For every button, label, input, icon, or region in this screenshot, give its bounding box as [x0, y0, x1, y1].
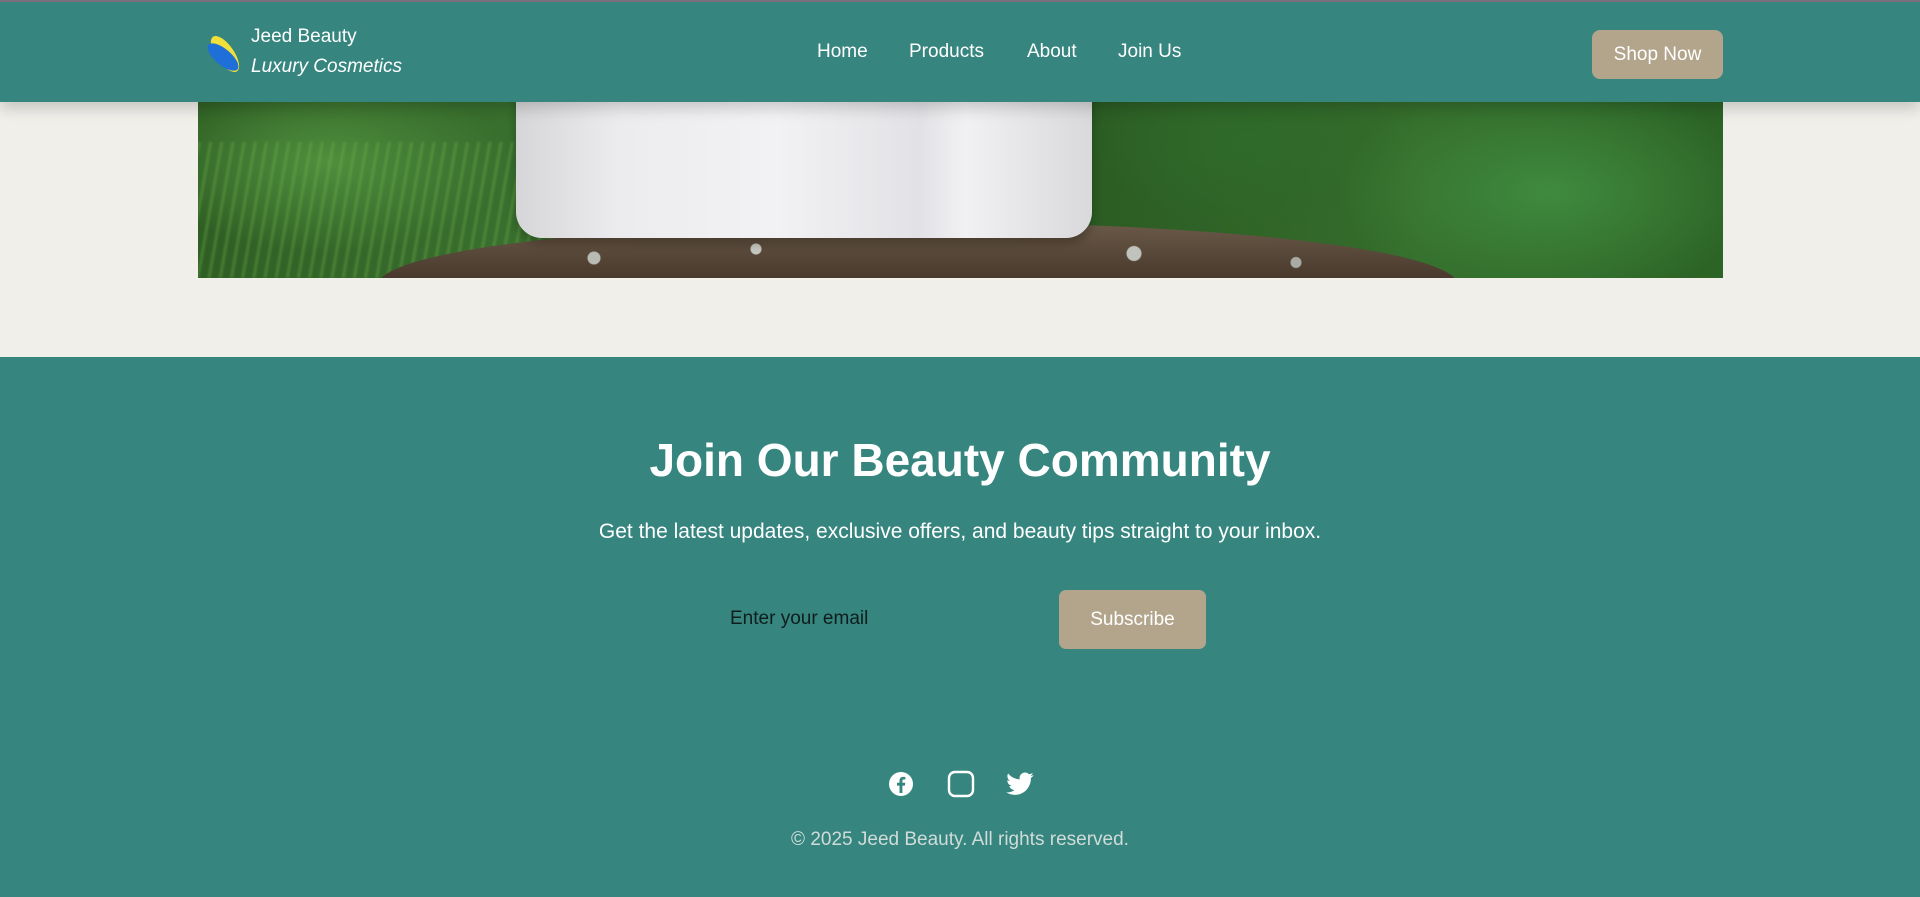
hero-jar: [516, 102, 1092, 238]
hero-image: [198, 102, 1723, 278]
email-input[interactable]: [716, 590, 1049, 648]
facebook-icon[interactable]: [886, 769, 916, 799]
social-links: [0, 769, 1920, 799]
copyright-text: © 2025 Jeed Beauty. All rights reserved.: [791, 829, 1129, 850]
nav-products[interactable]: Products: [909, 41, 984, 63]
newsletter-section: Join Our Beauty Community Get the latest…: [0, 357, 1920, 897]
nav-about[interactable]: About: [1027, 41, 1077, 63]
subscribe-button[interactable]: Subscribe: [1059, 590, 1206, 649]
shop-now-button[interactable]: Shop Now: [1592, 30, 1723, 79]
instagram-icon[interactable]: [946, 769, 976, 799]
newsletter-title: Join Our Beauty Community: [649, 434, 1271, 486]
newsletter-subtitle: Get the latest updates, exclusive offers…: [598, 520, 1322, 543]
twitter-icon[interactable]: [1005, 769, 1035, 799]
page: Jeed Beauty Luxury Cosmetics Home Produc…: [0, 0, 1920, 897]
nav-join-us[interactable]: Join Us: [1118, 41, 1181, 63]
site-header: Jeed Beauty Luxury Cosmetics Home Produc…: [0, 0, 1920, 102]
nav-home[interactable]: Home: [817, 41, 868, 63]
